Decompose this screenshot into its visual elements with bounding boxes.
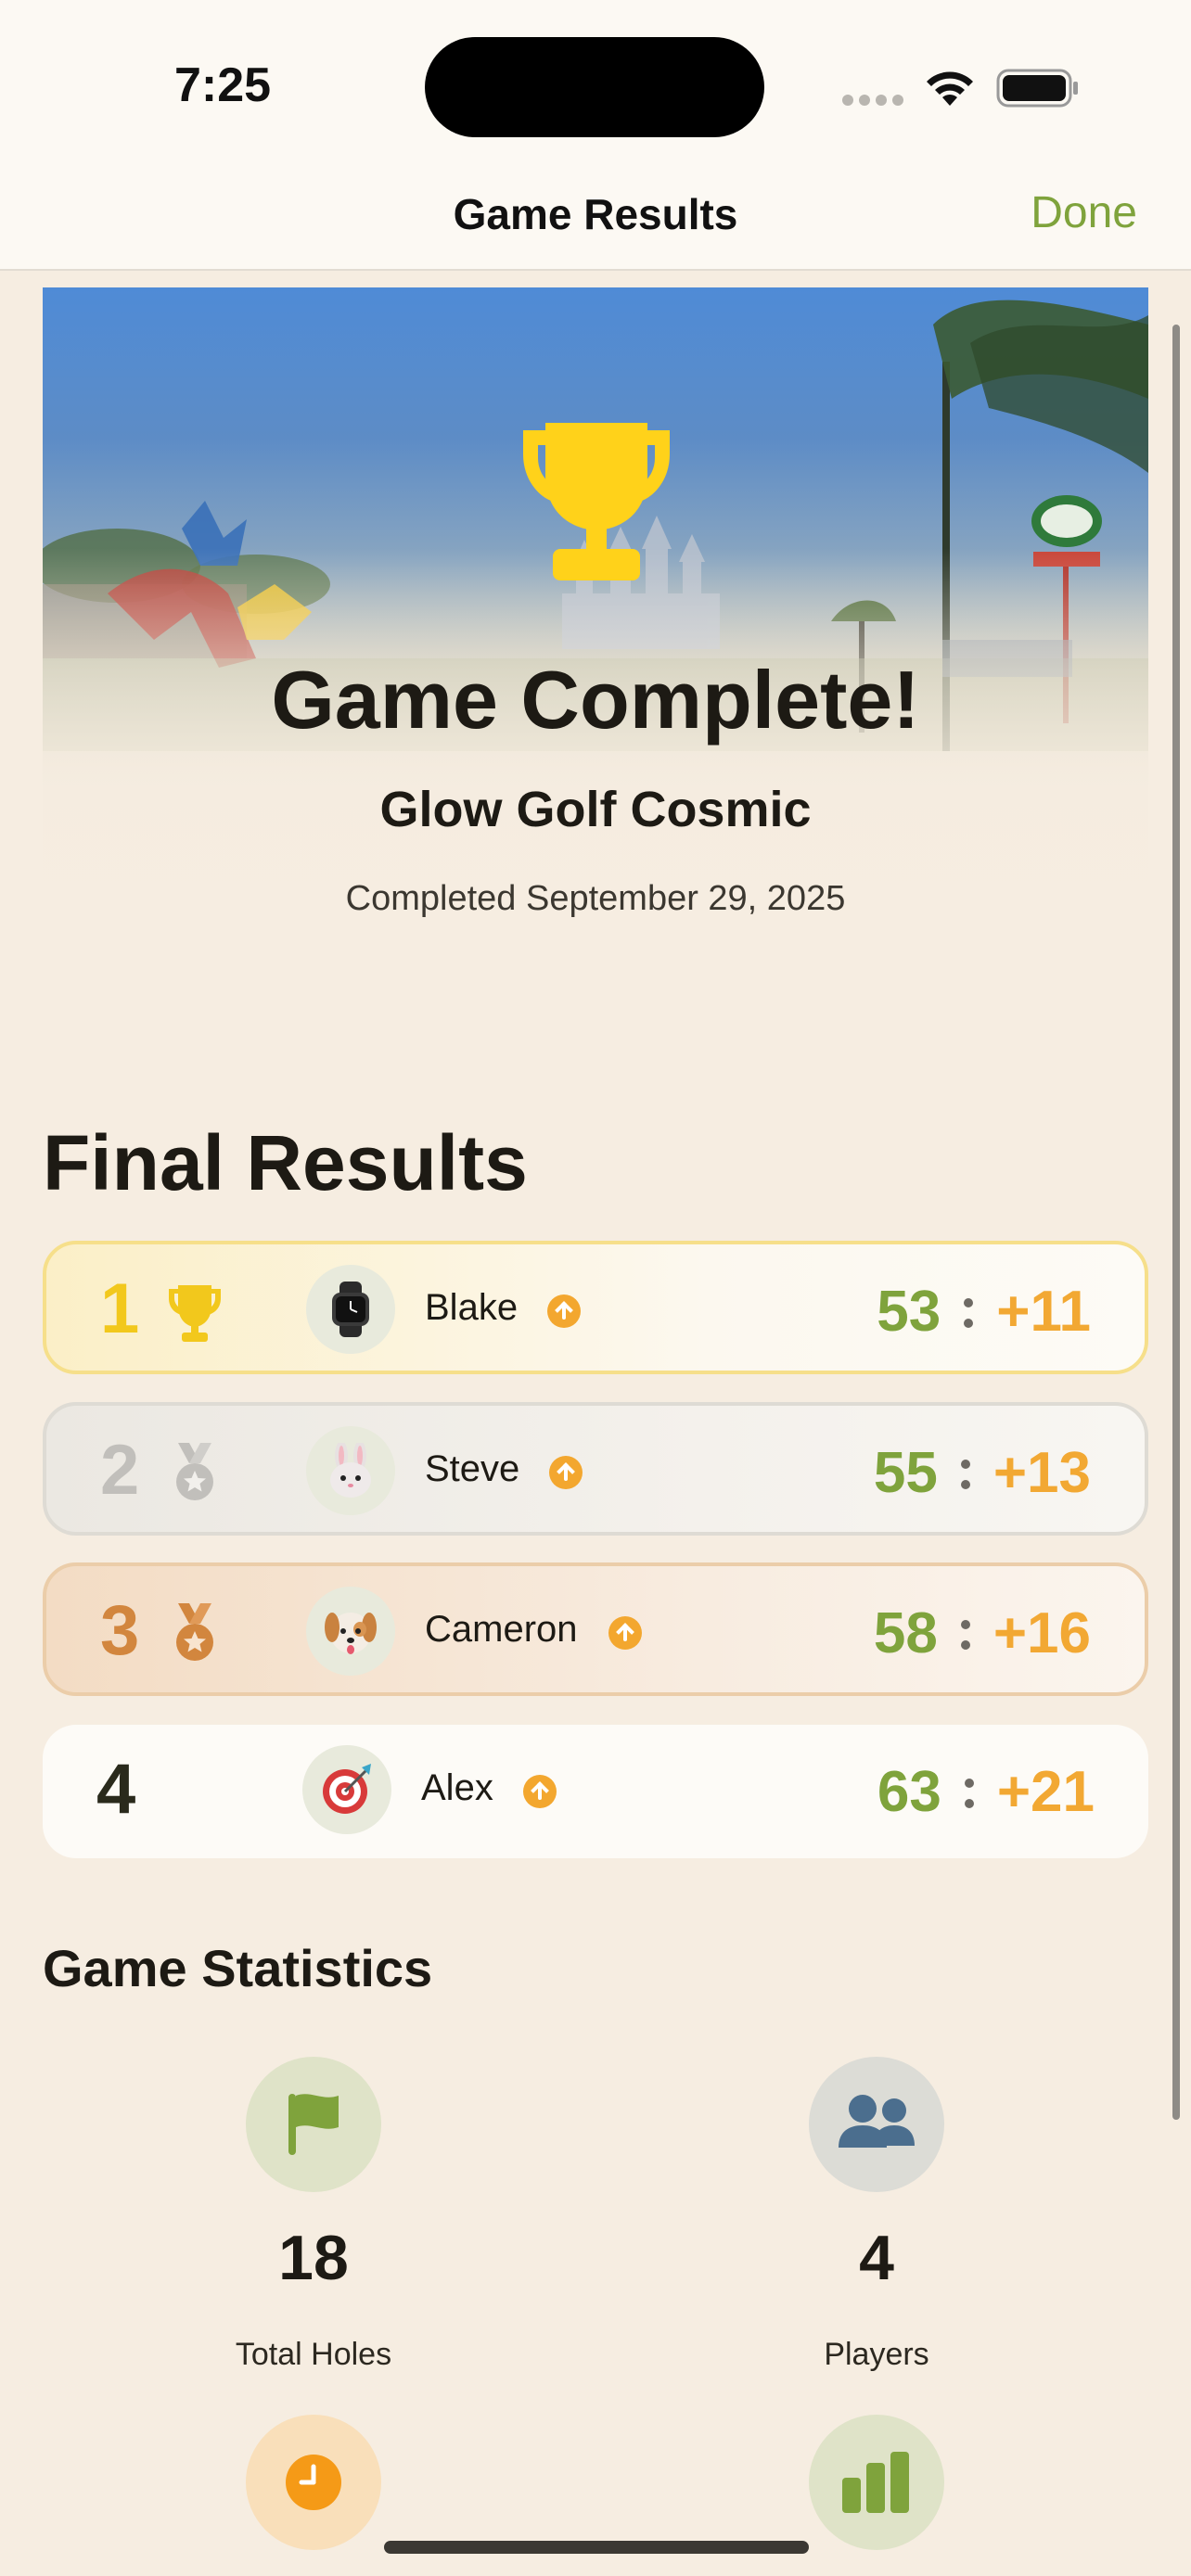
colon-separator (958, 1609, 973, 1657)
stat-label: Players (824, 2337, 929, 2372)
bar-chart-icon (842, 2452, 909, 2513)
score: 53 +11 (877, 1276, 1091, 1346)
clock-icon (286, 2455, 341, 2510)
course-name: Glow Golf Cosmic (379, 782, 812, 837)
stat-icon-circle (809, 2415, 944, 2550)
completed-date: Completed September 29, 2025 (345, 879, 846, 918)
colon-separator (962, 1767, 977, 1816)
score-to-par: +13 (992, 1440, 1091, 1505)
stat-value: 18 (278, 2223, 349, 2293)
hero-fade-overlay (43, 287, 1148, 974)
scrollbar[interactable] (1172, 325, 1180, 2120)
result-row[interactable]: 2 Steve 55 +13 (43, 1402, 1148, 1536)
target-icon (323, 1764, 371, 1814)
stat-label: Total Holes (235, 2337, 392, 2372)
avatar (306, 1426, 395, 1515)
trophy-icon (169, 1285, 221, 1342)
game-statistics-heading: Game Statistics (43, 1939, 433, 1997)
score-to-par: +11 (996, 1279, 1091, 1344)
arrow-up-circle-icon (547, 1294, 581, 1328)
avatar (306, 1587, 395, 1676)
rank-number: 1 (100, 1269, 140, 1348)
avatar (306, 1265, 395, 1354)
score-strokes: 58 (873, 1600, 938, 1665)
dynamic-island (425, 37, 764, 137)
score: 63 +21 (877, 1756, 1095, 1827)
score: 55 +13 (874, 1437, 1091, 1508)
home-indicator[interactable] (384, 2541, 809, 2554)
arrow-up-circle-icon (608, 1616, 642, 1650)
battery-icon (996, 69, 1078, 108)
result-row[interactable]: 1 Blake 53 +11 (43, 1241, 1148, 1374)
wifi-icon (927, 71, 973, 106)
score-strokes: 53 (877, 1279, 941, 1344)
score-to-par: +16 (992, 1600, 1091, 1665)
arrow-up-circle-icon (549, 1456, 583, 1489)
stat-icon-circle (809, 2057, 944, 2192)
flag-icon (288, 2094, 339, 2155)
bronze-medal-icon (176, 1603, 213, 1661)
status-time: 7:25 (174, 58, 272, 112)
result-row[interactable]: 4 Alex 63 +21 (43, 1725, 1148, 1858)
player-name: Alex (421, 1767, 493, 1808)
rank-number: 2 (100, 1431, 140, 1510)
result-row[interactable]: 3 Cameron 58 +16 (43, 1562, 1148, 1696)
score-strokes: 63 (877, 1759, 941, 1824)
colon-separator (958, 1448, 973, 1497)
avatar (302, 1745, 391, 1834)
player-name: Blake (425, 1287, 519, 1328)
rabbit-icon (330, 1443, 371, 1498)
dog-icon (325, 1613, 377, 1654)
cellular-signal-icon (842, 89, 907, 108)
colon-separator (961, 1287, 976, 1335)
people-icon (839, 2095, 915, 2148)
watch-icon (332, 1282, 369, 1337)
rank-number: 4 (96, 1750, 136, 1829)
navigation-bar: Game Results Done (0, 167, 1191, 271)
hero-banner: Game Complete! Glow Golf Cosmic Complete… (43, 287, 1148, 974)
silver-medal-icon (176, 1443, 213, 1500)
score: 58 +16 (874, 1598, 1091, 1668)
page-title: Game Results (453, 190, 738, 238)
game-complete-heading: Game Complete! (271, 654, 920, 746)
player-name: Cameron (425, 1609, 578, 1650)
score-strokes: 55 (873, 1440, 938, 1505)
player-name: Steve (425, 1448, 520, 1489)
trophy-icon (523, 423, 670, 580)
stat-icon-circle (246, 2415, 381, 2550)
rank-number: 3 (100, 1591, 140, 1670)
arrow-up-circle-icon (523, 1775, 557, 1808)
stat-value: 4 (859, 2223, 894, 2293)
final-results-heading: Final Results (43, 1119, 528, 1206)
score-to-par: +21 (996, 1759, 1095, 1824)
status-bar: 7:25 (0, 0, 1191, 167)
stat-icon-circle (246, 2057, 381, 2192)
done-button[interactable]: Done (1031, 187, 1137, 238)
